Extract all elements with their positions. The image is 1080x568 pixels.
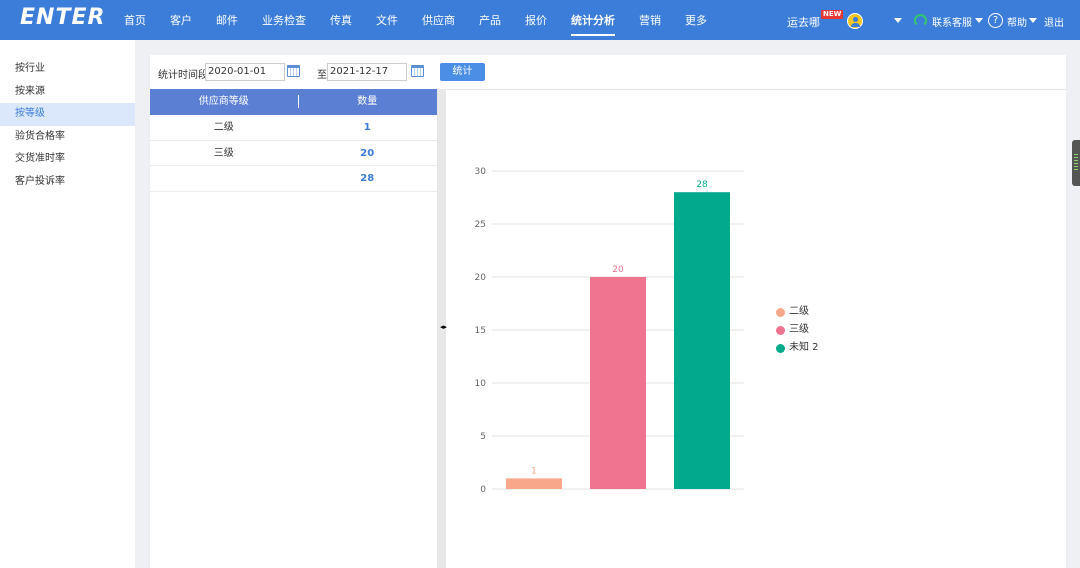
y-tick-label: 25 xyxy=(475,220,486,230)
end-calendar-icon[interactable] xyxy=(411,65,424,77)
y-tick-label: 15 xyxy=(475,326,486,336)
count-cell[interactable]: 1 xyxy=(297,115,437,140)
column-header-count[interactable]: 数量 xyxy=(297,89,437,115)
bar-value-label: 28 xyxy=(696,180,708,190)
y-tick-label: 30 xyxy=(475,167,487,177)
legend-dot xyxy=(776,325,785,335)
top-navigation-bar: ENTER 首页 客户 邮件 业务检查 传真 文件 供应商 产品 报价 统计分析… xyxy=(0,0,1080,40)
start-date-input[interactable]: 2020-01-01 xyxy=(205,63,285,81)
count-cell[interactable]: 20 xyxy=(297,141,437,166)
nav-item-fax[interactable]: 传真 xyxy=(318,0,364,40)
table-header: 供应商等级 数量 xyxy=(150,89,437,115)
help-icon[interactable]: ? xyxy=(988,13,1003,28)
nav-item-quotes[interactable]: 报价 xyxy=(513,0,559,40)
nav-item-suppliers[interactable]: 供应商 xyxy=(410,0,467,40)
user-menu-chevron-down-icon[interactable] xyxy=(894,18,902,23)
user-name[interactable]: 运去哪 xyxy=(787,14,820,30)
panel-splitter[interactable]: ◂▸ xyxy=(438,89,447,568)
nav-item-products[interactable]: 产品 xyxy=(467,0,513,40)
sidebar-item-on-time-delivery-rate[interactable]: 交货准时率 xyxy=(0,148,135,171)
main-panel: 统计时间段 2020-01-01 至 2021-12-17 统计 供应商等级 数… xyxy=(150,55,1066,568)
nav-item-files[interactable]: 文件 xyxy=(364,0,410,40)
filter-bar: 统计时间段 2020-01-01 至 2021-12-17 统计 xyxy=(150,55,1066,89)
bar[interactable] xyxy=(674,192,730,489)
nav-item-business-check[interactable]: 业务检查 xyxy=(250,0,318,40)
nav-item-statistics[interactable]: 统计分析 xyxy=(559,0,627,40)
start-calendar-icon[interactable] xyxy=(287,65,300,77)
table-row[interactable]: 三级 20 xyxy=(150,141,437,166)
service-chevron-down-icon[interactable] xyxy=(975,18,983,23)
chart-legend: 二级 三级 未知 2 xyxy=(776,303,819,357)
to-label: 至 xyxy=(317,70,327,81)
legend-label: 三级 xyxy=(789,324,809,335)
grade-cell: 三级 xyxy=(213,147,234,159)
sidebar-item-by-grade[interactable]: 按等级 xyxy=(0,103,135,126)
contact-service-link[interactable]: 联系客服 xyxy=(932,14,972,29)
column-divider[interactable] xyxy=(298,95,299,108)
legend-label: 二级 xyxy=(789,306,809,317)
bar-value-label: 1 xyxy=(531,466,537,476)
help-chevron-down-icon[interactable] xyxy=(1029,18,1037,23)
nav-item-marketing[interactable]: 营销 xyxy=(627,0,673,40)
nav-item-home[interactable]: 首页 xyxy=(112,0,158,40)
count-cell[interactable]: 28 xyxy=(297,166,437,191)
y-tick-label: 10 xyxy=(475,379,487,389)
column-header-grade[interactable]: 供应商等级 xyxy=(150,89,297,115)
legend-item[interactable]: 未知 2 xyxy=(776,339,819,357)
new-badge: NEW xyxy=(821,10,844,19)
side-panel-handle[interactable] xyxy=(1072,140,1080,186)
grade-cell: 二级 xyxy=(213,122,234,133)
bar[interactable] xyxy=(506,478,562,489)
sidebar-item-complaint-rate[interactable]: 客户投诉率 xyxy=(0,171,135,194)
bar-chart: 0 5 10 15 20 25 30 1 20 28 xyxy=(475,167,744,495)
bar[interactable] xyxy=(590,277,646,489)
logout-link[interactable]: 退出 xyxy=(1044,14,1064,29)
legend-dot xyxy=(776,343,785,353)
end-date-input[interactable]: 2021-12-17 xyxy=(327,63,407,81)
legend-item[interactable]: 三级 xyxy=(776,321,819,339)
help-link[interactable]: 帮助 xyxy=(1007,14,1027,29)
sidebar: 按行业 按来源 按等级 验货合格率 交货准时率 客户投诉率 xyxy=(0,40,135,568)
avatar-icon[interactable] xyxy=(847,13,863,29)
headset-icon[interactable] xyxy=(914,14,927,27)
bar-value-label: 20 xyxy=(612,265,624,275)
legend-dot xyxy=(776,307,785,317)
main-nav: 首页 客户 邮件 业务检查 传真 文件 供应商 产品 报价 统计分析 营销 更多 xyxy=(112,0,719,40)
period-label: 统计时间段 xyxy=(158,70,208,81)
legend-label: 未知 2 xyxy=(789,342,819,353)
legend-item[interactable]: 二级 xyxy=(776,303,819,321)
sidebar-item-by-source[interactable]: 按来源 xyxy=(0,81,135,104)
sidebar-item-inspection-pass-rate[interactable]: 验货合格率 xyxy=(0,126,135,149)
table-row[interactable]: 28 xyxy=(150,166,437,192)
grade-cell xyxy=(150,166,297,191)
nav-item-more[interactable]: 更多 xyxy=(673,0,719,40)
y-tick-label: 0 xyxy=(480,485,486,495)
nav-item-customers[interactable]: 客户 xyxy=(158,0,204,40)
statistics-button[interactable]: 统计 xyxy=(440,63,485,81)
nav-item-mail[interactable]: 邮件 xyxy=(204,0,250,40)
y-tick-label: 20 xyxy=(475,273,487,283)
sidebar-item-by-industry[interactable]: 按行业 xyxy=(0,58,135,81)
logo[interactable]: ENTER xyxy=(20,5,105,30)
y-tick-label: 5 xyxy=(480,432,486,442)
grade-table: 供应商等级 数量 二级 1 三级 20 28 xyxy=(150,89,438,568)
table-row[interactable]: 二级 1 xyxy=(150,115,437,141)
chart-area: 0 5 10 15 20 25 30 1 20 28 二级 三级 未知 2 xyxy=(446,89,1066,568)
